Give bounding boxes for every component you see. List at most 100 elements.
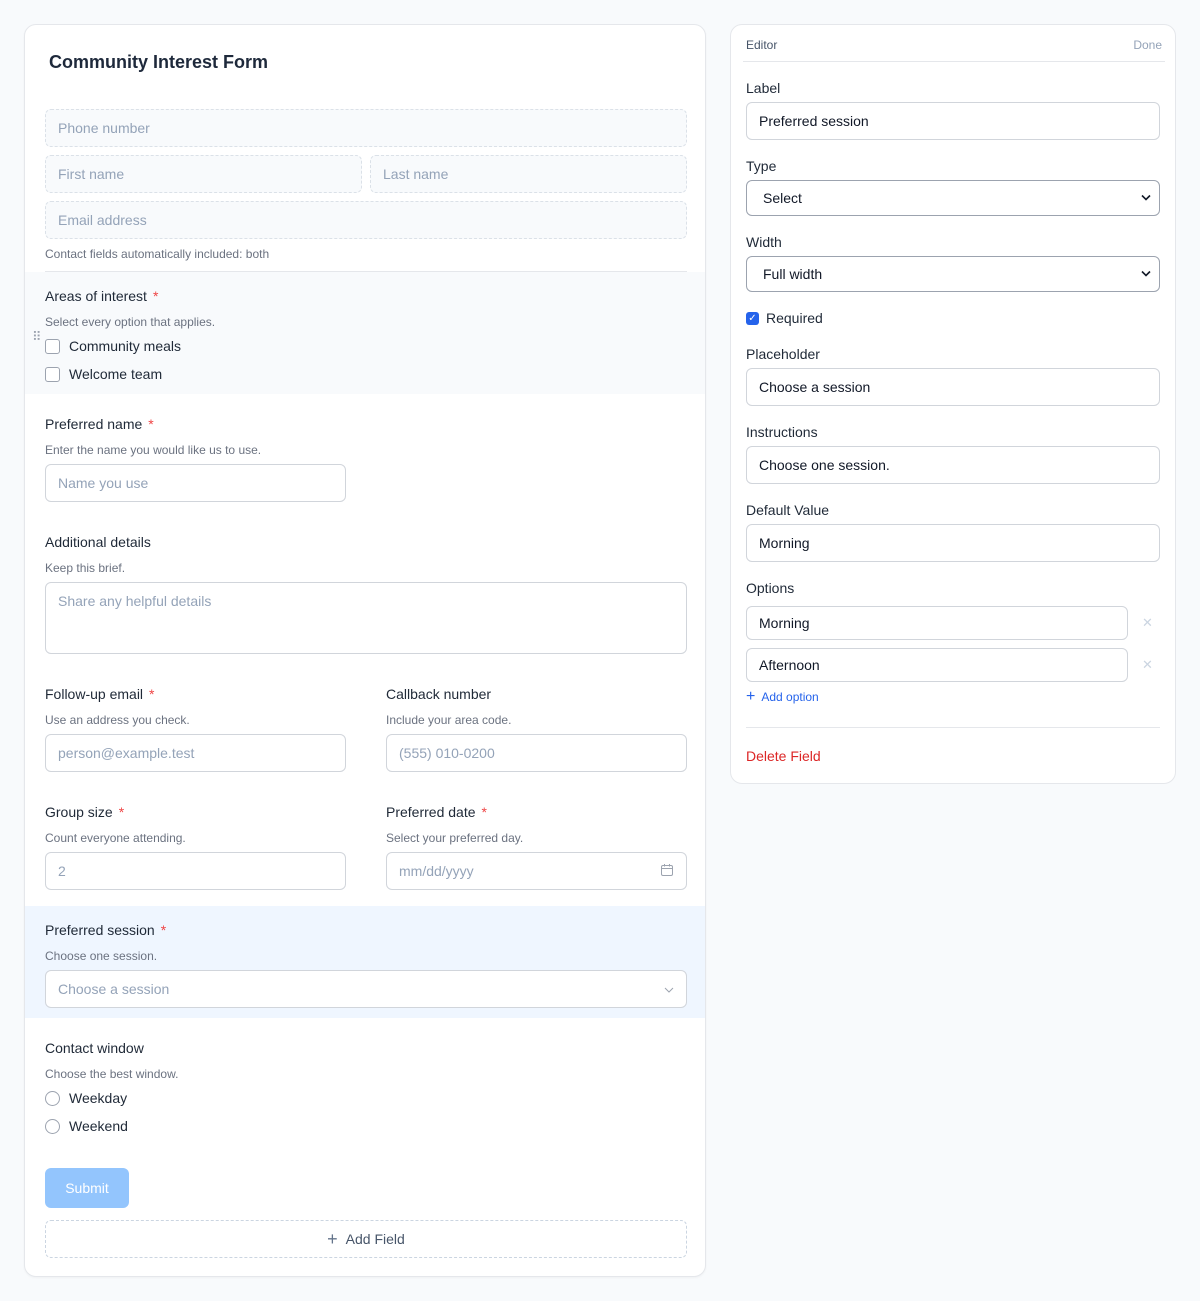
required-mark: * — [481, 804, 487, 820]
width-select[interactable]: Full width — [746, 256, 1160, 292]
checkbox-option[interactable]: Community meals — [45, 338, 181, 354]
required-toggle[interactable]: ✓ Required — [746, 310, 823, 326]
first-name-placeholder: First name — [58, 166, 125, 182]
additional-details-textarea[interactable]: Share any helpful details — [45, 582, 687, 654]
input-placeholder: 2 — [58, 863, 66, 879]
callback-number-input[interactable]: (555) 010-0200 — [386, 734, 687, 772]
type-label: Type — [746, 158, 777, 174]
required-label: Required — [766, 310, 823, 326]
preferred-session-select[interactable]: Choose a session — [45, 970, 687, 1008]
group-date-section: Group size * Count everyone attending. 2 … — [25, 788, 705, 900]
checkbox-option[interactable]: Welcome team — [45, 366, 162, 382]
input-placeholder: person@example.test — [58, 745, 195, 761]
label-input-value: Preferred session — [759, 113, 869, 129]
checkbox[interactable] — [45, 366, 60, 382]
group-size-input[interactable]: 2 — [45, 852, 346, 890]
field-label: Preferred session * — [45, 922, 166, 938]
radio-option[interactable]: Weekday — [45, 1090, 127, 1106]
field-help: Enter the name you would like us to use. — [45, 443, 262, 457]
last-name-placeholder: Last name — [383, 166, 449, 182]
done-button[interactable]: Done — [1133, 38, 1162, 52]
plus-icon: + — [746, 688, 756, 705]
editor-panel: Editor Done Label Preferred session Type… — [730, 24, 1176, 784]
default-value-input[interactable]: Morning — [746, 524, 1160, 562]
option-input-value: Morning — [759, 615, 810, 631]
followup-email-input[interactable]: person@example.test — [45, 734, 346, 772]
email-placeholder: Email address — [58, 212, 147, 228]
add-field-button[interactable]: + Add Field — [45, 1220, 687, 1258]
required-mark: * — [148, 416, 154, 432]
select-placeholder: Choose a session — [58, 981, 170, 997]
phone-field: Phone number — [45, 109, 687, 147]
preferred-name-input[interactable]: Name you use — [45, 464, 346, 502]
type-select[interactable]: Select — [746, 180, 1160, 216]
options-label: Options — [746, 580, 795, 596]
field-label: Areas of interest * — [45, 288, 158, 304]
width-select-value: Full width — [763, 266, 823, 282]
contact-pair-section: Follow-up email * Use an address you chec… — [25, 670, 705, 782]
instructions-input-value: Choose one session. — [759, 457, 890, 473]
label-input[interactable]: Preferred session — [746, 102, 1160, 140]
field-help: Select your preferred day. — [386, 831, 524, 845]
close-icon[interactable]: ✕ — [1142, 657, 1153, 673]
contact-fields-note: Contact fields automatically included: b… — [45, 247, 270, 261]
chevron-down-icon — [1141, 192, 1151, 204]
add-option-label: Add option — [761, 690, 819, 704]
field-help: Keep this brief. — [45, 561, 126, 575]
required-checkbox[interactable]: ✓ — [746, 311, 759, 325]
field-label-text: Follow-up email — [45, 686, 144, 702]
field-label-text: Preferred session — [45, 922, 155, 938]
option-input-value: Afternoon — [759, 657, 820, 673]
radio-option[interactable]: Weekend — [45, 1118, 128, 1134]
preferred-session-section[interactable]: Preferred session * Choose one session. C… — [25, 906, 705, 1018]
field-label: Group size * — [45, 804, 124, 820]
field-label-text: Areas of interest — [45, 288, 147, 304]
placeholder-input-value: Choose a session — [759, 379, 871, 395]
areas-of-interest-section[interactable]: ⠿ Areas of interest * Select every option… — [25, 272, 705, 394]
field-label-text: Group size — [45, 804, 113, 820]
preferred-date-input[interactable]: mm/dd/yyyy — [386, 852, 687, 890]
form-card: Community Interest Form Phone number Fir… — [24, 24, 706, 1277]
input-placeholder: mm/dd/yyyy — [399, 863, 474, 879]
input-placeholder: Name you use — [58, 475, 149, 491]
preferred-name-section[interactable]: Preferred name * Enter the name you would… — [25, 400, 705, 512]
instructions-label: Instructions — [746, 424, 818, 440]
first-name-field: First name — [45, 155, 362, 193]
form-title: Community Interest Form — [49, 52, 269, 72]
option-input[interactable]: Morning — [746, 606, 1128, 640]
default-value-input-value: Morning — [759, 535, 810, 551]
field-label-text: Preferred name — [45, 416, 143, 432]
add-field-label: Add Field — [345, 1231, 405, 1247]
field-label: Preferred name * — [45, 416, 154, 432]
checkbox[interactable] — [45, 338, 60, 354]
field-label: Contact window — [45, 1040, 144, 1056]
field-label: Preferred date * — [386, 804, 487, 820]
submit-button[interactable]: Submit — [45, 1168, 129, 1208]
editor-divider — [746, 727, 1160, 728]
close-icon[interactable]: ✕ — [1142, 615, 1153, 631]
email-field: Email address — [45, 201, 687, 239]
delete-field-button[interactable]: Delete Field — [746, 748, 821, 764]
placeholder-input[interactable]: Choose a session — [746, 368, 1160, 406]
contact-window-section[interactable]: Contact window Choose the best window. W… — [25, 1024, 705, 1144]
required-mark: * — [149, 686, 155, 702]
editor-title: Editor — [746, 38, 778, 52]
field-help: Select every option that applies. — [45, 315, 216, 329]
calendar-icon[interactable] — [660, 863, 674, 880]
required-mark: * — [118, 804, 125, 820]
drag-handle-icon[interactable]: ⠿ — [32, 329, 41, 345]
width-label: Width — [746, 234, 782, 250]
instructions-input[interactable]: Choose one session. — [746, 446, 1160, 484]
required-mark: * — [160, 922, 167, 938]
option-input[interactable]: Afternoon — [746, 648, 1128, 682]
radio-button[interactable] — [45, 1118, 60, 1134]
field-label: Additional details — [45, 534, 151, 550]
plus-icon: + — [327, 1229, 338, 1249]
additional-details-section[interactable]: Additional details Keep this brief. Shar… — [25, 518, 705, 668]
field-help: Choose the best window. — [45, 1067, 179, 1081]
radio-button[interactable] — [45, 1090, 60, 1106]
last-name-field: Last name — [370, 155, 687, 193]
label-label: Label — [746, 80, 781, 96]
add-option-button[interactable]: + Add option — [746, 689, 819, 705]
checkbox-label: Community meals — [69, 338, 182, 354]
